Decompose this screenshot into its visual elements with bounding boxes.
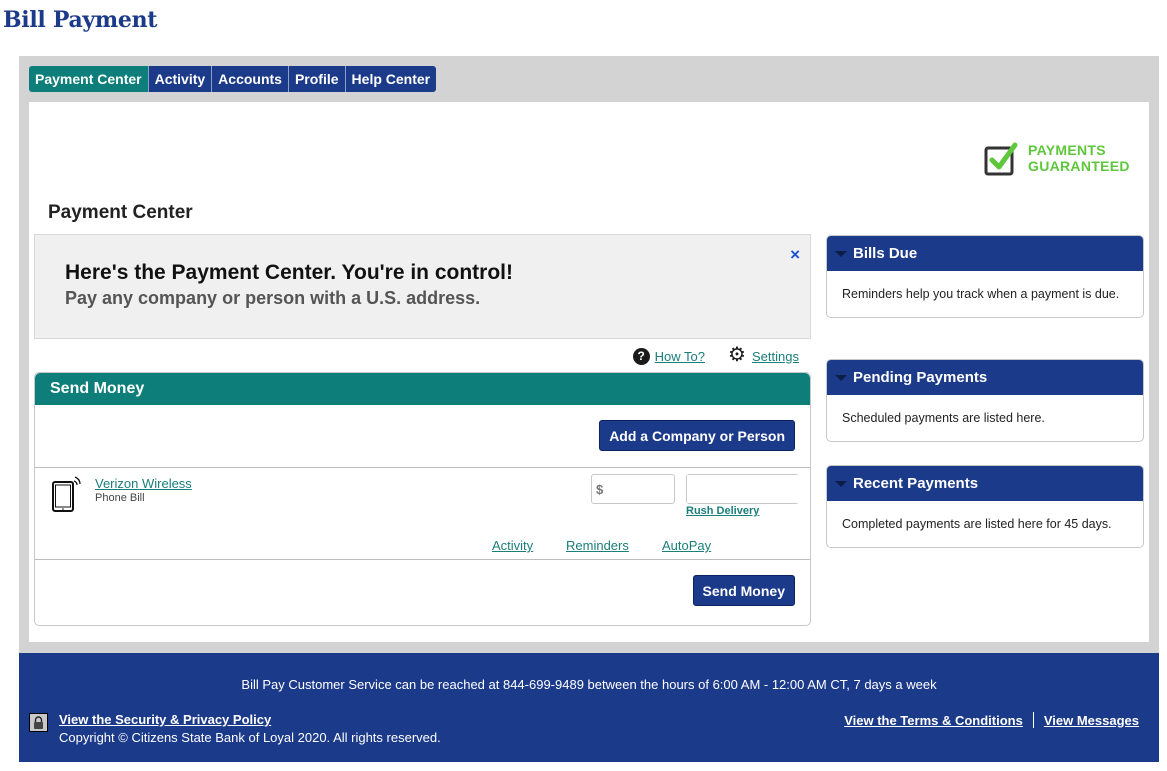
checkbox-check-icon xyxy=(984,142,1018,176)
recent-payments-body: Completed payments are listed here for 4… xyxy=(842,517,1112,531)
close-icon[interactable]: × xyxy=(790,245,800,265)
caret-down-icon xyxy=(835,250,847,257)
tab-accounts[interactable]: Accounts xyxy=(211,66,288,92)
payee-row: Verizon Wireless Phone Bill $ Rush Deliv… xyxy=(35,468,810,560)
welcome-banner: Here's the Payment Center. You're in con… xyxy=(34,234,811,339)
pending-payments-body: Scheduled payments are listed here. xyxy=(842,411,1045,425)
tab-help-center[interactable]: Help Center xyxy=(344,66,437,92)
view-messages-link[interactable]: View Messages xyxy=(1044,713,1139,728)
content-area: PAYMENTS GUARANTEED Payment Center Here'… xyxy=(29,102,1149,642)
how-to-label[interactable]: How To? xyxy=(655,349,705,364)
send-money-panel: Send Money Add a Company or Person Veriz… xyxy=(34,372,811,626)
amount-input[interactable] xyxy=(591,474,675,504)
guarantee-line-1: PAYMENTS xyxy=(1028,142,1106,158)
tab-payment-center[interactable]: Payment Center xyxy=(29,66,148,92)
lock-icon xyxy=(29,713,48,732)
payee-category: Phone Bill xyxy=(95,492,145,504)
page-title: Bill Payment xyxy=(3,7,158,33)
guarantee-line-2: GUARANTEED xyxy=(1028,158,1130,174)
privacy-policy-link[interactable]: View the Security & Privacy Policy xyxy=(59,712,271,727)
send-money-header: Send Money xyxy=(35,373,810,405)
main-nav: Payment Center Activity Accounts Profile… xyxy=(29,66,437,92)
settings-label[interactable]: Settings xyxy=(752,349,799,364)
banner-headline: Here's the Payment Center. You're in con… xyxy=(65,261,513,284)
gear-icon: ⚙ xyxy=(728,344,746,366)
app-frame: Payment Center Activity Accounts Profile… xyxy=(19,56,1159,653)
payee-activity-link[interactable]: Activity xyxy=(492,538,533,553)
payments-guaranteed-badge: PAYMENTS GUARANTEED xyxy=(984,142,1130,176)
add-company-or-person-button[interactable]: Add a Company or Person xyxy=(599,420,795,451)
date-input[interactable] xyxy=(687,475,810,503)
settings-link[interactable]: ⚙ Settings xyxy=(727,344,799,366)
tab-activity[interactable]: Activity xyxy=(147,66,212,92)
payee-autopay-link[interactable]: AutoPay xyxy=(662,538,711,553)
section-title: Payment Center xyxy=(48,202,193,223)
payee-name-link[interactable]: Verizon Wireless xyxy=(95,476,192,491)
pending-payments-panel: Pending Payments Scheduled payments are … xyxy=(826,359,1144,442)
recent-payments-header[interactable]: Recent Payments xyxy=(827,466,1143,501)
caret-down-icon xyxy=(835,480,847,487)
terms-conditions-link[interactable]: View the Terms & Conditions xyxy=(844,713,1023,728)
pending-payments-header[interactable]: Pending Payments xyxy=(827,360,1143,395)
tab-profile[interactable]: Profile xyxy=(287,66,345,92)
payee-reminders-link[interactable]: Reminders xyxy=(566,538,629,553)
copyright-text: Copyright © Citizens State Bank of Loyal… xyxy=(59,730,441,745)
how-to-link[interactable]: ? How To? xyxy=(632,347,705,365)
bills-due-body: Reminders help you track when a payment … xyxy=(842,287,1120,301)
bills-due-panel: Bills Due Reminders help you track when … xyxy=(826,235,1144,318)
help-bar: ? How To? ⚙ Settings xyxy=(611,344,799,366)
divider xyxy=(1032,712,1034,728)
send-money-button[interactable]: Send Money xyxy=(692,575,795,606)
rush-delivery-link[interactable]: Rush Delivery xyxy=(686,505,759,517)
question-icon: ? xyxy=(632,347,650,365)
mobile-phone-icon xyxy=(51,476,81,512)
customer-service-text: Bill Pay Customer Service can be reached… xyxy=(241,677,937,692)
date-field xyxy=(686,474,810,504)
caret-down-icon xyxy=(835,374,847,381)
bills-due-header[interactable]: Bills Due xyxy=(827,236,1143,271)
footer: Bill Pay Customer Service can be reached… xyxy=(19,653,1159,762)
banner-subline: Pay any company or person with a U.S. ad… xyxy=(65,288,481,308)
recent-payments-panel: Recent Payments Completed payments are l… xyxy=(826,465,1144,548)
